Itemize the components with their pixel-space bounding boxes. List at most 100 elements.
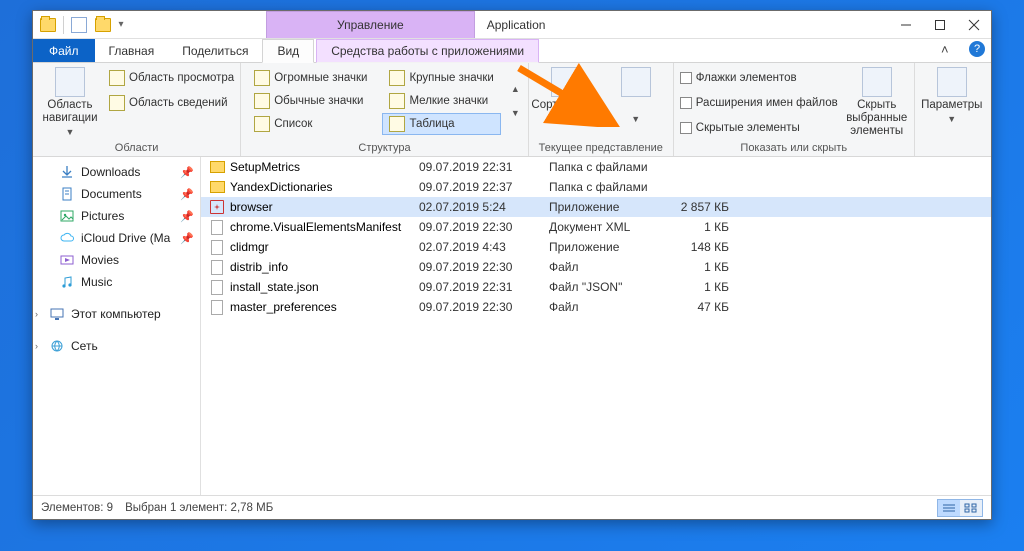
file-icon [209, 279, 225, 295]
file-name: distrib_info [209, 259, 419, 275]
file-row[interactable]: master_preferences09.07.2019 22:30Файл47… [201, 297, 991, 317]
sort-icon [551, 67, 581, 97]
normal-icons-icon [254, 93, 270, 109]
preview-pane-button[interactable]: Область просмотра [109, 67, 234, 89]
details-pane-button[interactable]: Область сведений [109, 92, 234, 114]
expand-icon[interactable]: › [35, 309, 38, 319]
nav-this-pc[interactable]: › Этот компьютер [33, 303, 200, 325]
tab-share[interactable]: Поделиться [168, 39, 262, 62]
window-title: Application [475, 18, 889, 32]
pictures-icon [59, 208, 75, 224]
qat-properties-icon[interactable] [68, 14, 90, 36]
small-icons-icon [389, 93, 405, 109]
file-row[interactable]: chrome.VisualElementsManifest09.07.2019 … [201, 217, 991, 237]
view-table[interactable]: Таблица [382, 113, 500, 135]
minimize-ribbon-icon[interactable]: ˄ [941, 42, 959, 57]
group-label-structure: Структура [247, 140, 522, 154]
file-type: Папка с файлами [549, 180, 669, 194]
file-date: 09.07.2019 22:31 [419, 160, 549, 174]
tab-app-tools[interactable]: Средства работы с приложениями [316, 39, 539, 63]
file-row[interactable]: YandexDictionaries09.07.2019 22:37Папка … [201, 177, 991, 197]
file-size: 1 КБ [669, 260, 729, 274]
checkbox-icon [680, 97, 692, 109]
file-row[interactable]: SetupMetrics09.07.2019 22:31Папка с файл… [201, 157, 991, 177]
file-name: chrome.VisualElementsManifest [209, 219, 419, 235]
file-type: Документ XML [549, 220, 669, 234]
pin-icon: 📌 [180, 210, 194, 223]
file-row[interactable]: clidmgr02.07.2019 4:43Приложение148 КБ [201, 237, 991, 257]
file-name: clidmgr [209, 239, 419, 255]
file-row[interactable]: browser02.07.2019 5:24Приложение2 857 КБ [201, 197, 991, 217]
nav-network[interactable]: › Сеть [33, 335, 200, 357]
sort-button[interactable]: Сортировать ▼ [535, 67, 597, 125]
thumbnails-view-icon[interactable] [960, 500, 982, 516]
folder-icon [209, 159, 225, 175]
view-mode-switch[interactable] [937, 499, 983, 517]
file-date: 09.07.2019 22:30 [419, 260, 549, 274]
window-controls [889, 14, 991, 36]
pin-icon: 📌 [180, 232, 194, 245]
views-scroll-down-icon[interactable]: ▼ [511, 108, 520, 118]
status-selection: Выбран 1 элемент: 2,78 МБ [125, 502, 273, 514]
minimize-button[interactable] [889, 14, 923, 36]
group-label-show-hide: Показать или скрыть [680, 140, 908, 154]
view-huge-icons[interactable]: Огромные значки [247, 67, 374, 89]
close-button[interactable] [957, 14, 991, 36]
view-small-icons[interactable]: Мелкие значки [382, 90, 500, 112]
view-big-icons[interactable]: Крупные значки [382, 67, 500, 89]
file-type: Папка с файлами [549, 160, 669, 174]
nav-documents[interactable]: Documents📌 [33, 183, 200, 205]
nav-pictures[interactable]: Pictures📌 [33, 205, 200, 227]
pin-icon: 📌 [180, 166, 194, 179]
file-size: 148 КБ [669, 240, 729, 254]
hidden-items-toggle[interactable]: Скрытые элементы [680, 117, 838, 139]
network-icon [49, 338, 65, 354]
file-row[interactable]: install_state.json09.07.2019 22:31Файл "… [201, 277, 991, 297]
hide-selected-icon [862, 67, 892, 97]
application-icon [209, 199, 225, 215]
help-icon[interactable]: ? [969, 41, 985, 57]
view-normal-icons[interactable]: Обычные значки [247, 90, 374, 112]
item-checkboxes-toggle[interactable]: Флажки элементов [680, 67, 838, 89]
tab-view[interactable]: Вид [262, 39, 314, 63]
file-list[interactable]: SetupMetrics09.07.2019 22:31Папка с файл… [201, 157, 991, 495]
maximize-button[interactable] [923, 14, 957, 36]
documents-icon [59, 186, 75, 202]
file-row[interactable]: distrib_info09.07.2019 22:30Файл1 КБ [201, 257, 991, 277]
navigation-pane-button[interactable]: Область навигации ▼ [39, 67, 101, 138]
nav-downloads[interactable]: Downloads📌 [33, 161, 200, 183]
expand-icon[interactable]: › [35, 341, 38, 351]
options-icon [937, 67, 967, 97]
file-date: 09.07.2019 22:30 [419, 300, 549, 314]
nav-icloud[interactable]: iCloud Drive (Ma📌 [33, 227, 200, 249]
qat-newfolder-icon[interactable] [92, 14, 114, 36]
grouping-button[interactable]: . ▼ [605, 67, 667, 125]
tab-file[interactable]: Файл [33, 39, 95, 62]
file-size: 2 857 КБ [669, 200, 729, 214]
file-name: browser [209, 199, 419, 215]
qat-dropdown-icon[interactable]: ▾ [116, 16, 126, 34]
quick-access-toolbar: ▾ [33, 14, 126, 36]
checkbox-icon [680, 122, 692, 134]
hide-selected-button[interactable]: Скрыть выбранные элементы [846, 67, 908, 139]
file-type: Приложение [549, 200, 669, 214]
options-button[interactable]: Параметры ▼ [921, 67, 983, 125]
file-date: 02.07.2019 5:24 [419, 200, 549, 214]
view-list[interactable]: Список [247, 113, 374, 135]
file-icon [209, 239, 225, 255]
big-icons-icon [389, 70, 405, 86]
nav-music[interactable]: Music [33, 271, 200, 293]
ribbon-tabstrip: Файл Главная Поделиться Вид Средства раб… [33, 39, 991, 63]
downloads-icon [59, 164, 75, 180]
checkbox-icon [680, 72, 692, 84]
nav-movies[interactable]: Movies [33, 249, 200, 271]
file-type: Файл [549, 260, 669, 274]
chevron-down-icon: ▼ [631, 114, 640, 124]
navigation-pane: Downloads📌 Documents📌 Pictures📌 iCloud D… [33, 157, 201, 495]
content-area: Downloads📌 Documents📌 Pictures📌 iCloud D… [33, 157, 991, 495]
details-view-icon[interactable] [938, 500, 960, 516]
tab-home[interactable]: Главная [95, 39, 169, 62]
file-type: Файл "JSON" [549, 280, 669, 294]
views-scroll-up-icon[interactable]: ▲ [511, 84, 520, 94]
filename-extensions-toggle[interactable]: Расширения имен файлов [680, 92, 838, 114]
